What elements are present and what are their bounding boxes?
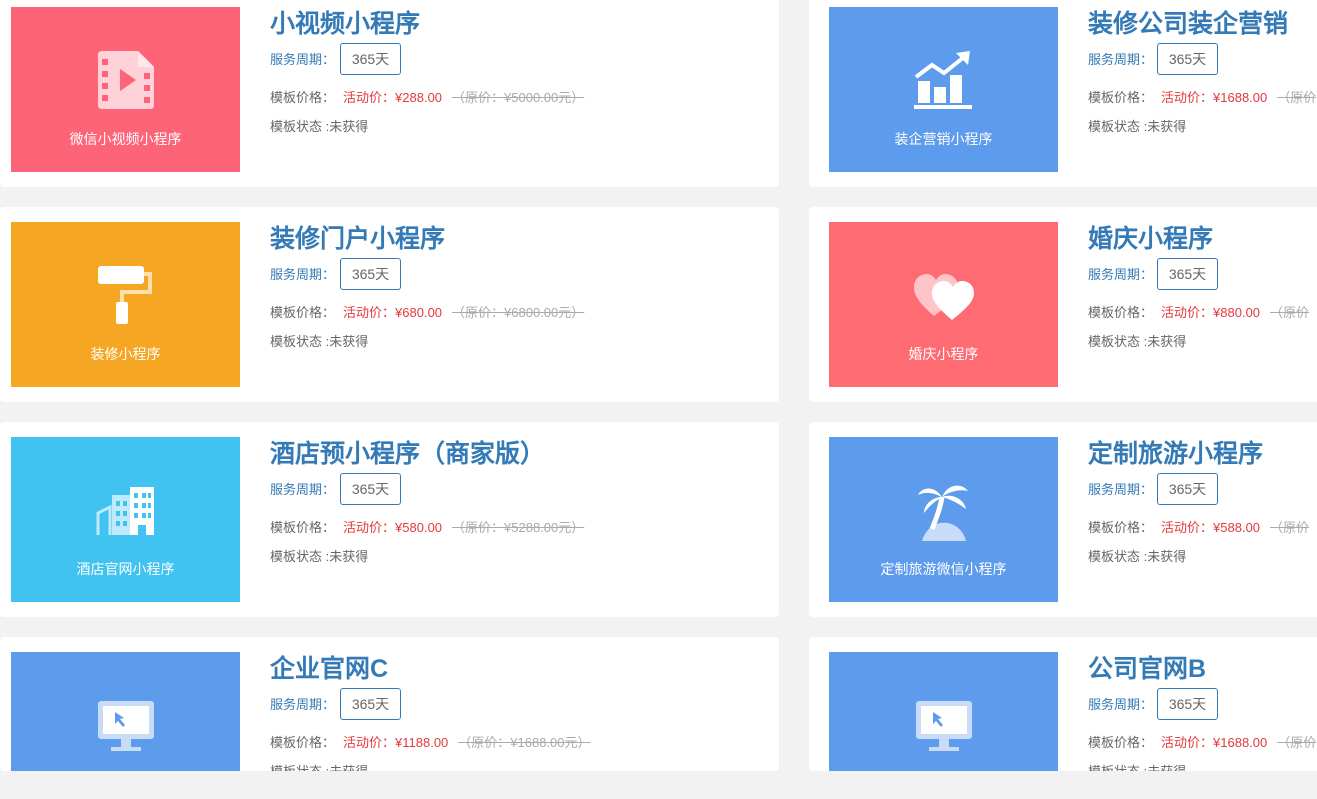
- activity-price: ¥1688.00: [1213, 90, 1268, 105]
- period-option-button[interactable]: 365天: [340, 258, 401, 290]
- period-label: 服务周期：: [270, 52, 336, 67]
- product-thumbnail[interactable]: 微信小视频小程序: [11, 7, 240, 172]
- monitor-icon: [915, 701, 972, 751]
- thumbnail-caption: 定制旅游微信小程序: [880, 561, 1007, 577]
- activity-label: 活动价：: [1161, 520, 1214, 535]
- template-status: 模板状态 :未获得: [270, 761, 779, 771]
- period-label: 服务周期：: [270, 267, 336, 282]
- activity-price: ¥1188.00: [395, 735, 449, 750]
- product-card[interactable]: 定制旅游微信小程序 定制旅游小程序 服务周期： 365天 模板价格： 活动价：¥5…: [809, 422, 1317, 617]
- product-thumbnail[interactable]: 装修小程序: [11, 222, 240, 387]
- original-price: （原价: [1270, 305, 1310, 320]
- price-label: 模板价格：: [270, 520, 336, 535]
- activity-label: 活动价：: [343, 735, 396, 750]
- price-label: 模板价格：: [1088, 305, 1154, 320]
- product-thumbnail[interactable]: 酒店官网小程序: [11, 437, 240, 602]
- activity-price: ¥288.00: [395, 90, 443, 105]
- period-option-button[interactable]: 365天: [340, 473, 401, 505]
- thumbnail-caption: 婚庆小程序: [908, 346, 979, 362]
- period-option-button[interactable]: 365天: [1157, 688, 1218, 720]
- product-thumbnail[interactable]: [829, 652, 1058, 771]
- original-price: （原价: [1277, 735, 1317, 750]
- original-price: （原价：¥6800.00元）: [452, 305, 585, 320]
- product-card[interactable]: 婚庆小程序 婚庆小程序 服务周期： 365天 模板价格： 活动价：¥880.00 （…: [809, 207, 1317, 402]
- template-status: 模板状态 :未获得: [1088, 119, 1187, 134]
- hearts-icon: [913, 274, 974, 320]
- period-label: 服务周期：: [1088, 697, 1154, 712]
- product-title[interactable]: 婚庆小程序: [1088, 222, 1317, 256]
- palm-tree-icon: [917, 485, 968, 541]
- product-title[interactable]: 公司官网B: [1088, 652, 1317, 686]
- price-label: 模板价格：: [1088, 520, 1154, 535]
- product-title[interactable]: 小视频小程序: [270, 7, 779, 41]
- template-status: 模板状态 :未获得: [270, 334, 369, 349]
- price-label: 模板价格：: [1088, 735, 1154, 750]
- template-status: 模板状态 :未获得: [270, 119, 369, 134]
- product-title[interactable]: 装修公司装企营销: [1088, 7, 1317, 41]
- period-label: 服务周期：: [1088, 52, 1154, 67]
- product-title[interactable]: 企业官网C: [270, 652, 779, 686]
- thumbnail-caption: 微信小视频小程序: [69, 131, 182, 147]
- original-price: （原价：¥5000.00元）: [452, 90, 585, 105]
- template-status: 模板状态 :未获得: [1088, 549, 1187, 564]
- activity-label: 活动价：: [1161, 90, 1214, 105]
- activity-label: 活动价：: [1161, 305, 1214, 320]
- activity-price: ¥580.00: [395, 520, 443, 535]
- product-thumbnail[interactable]: 婚庆小程序: [829, 222, 1058, 387]
- period-label: 服务周期：: [1088, 482, 1154, 497]
- period-option-button[interactable]: 365天: [340, 43, 401, 75]
- original-price: （原价: [1270, 520, 1310, 535]
- product-title[interactable]: 定制旅游小程序: [1088, 437, 1317, 471]
- template-status: 模板状态 :未获得: [270, 549, 369, 564]
- original-price: （原价：¥1688.00元）: [458, 735, 591, 750]
- product-thumbnail[interactable]: 定制旅游微信小程序: [829, 437, 1058, 602]
- activity-label: 活动价：: [343, 305, 396, 320]
- price-label: 模板价格：: [270, 90, 336, 105]
- original-price: （原价: [1277, 90, 1317, 105]
- activity-price: ¥1688.00: [1213, 735, 1268, 750]
- product-thumbnail[interactable]: 装企营销小程序: [829, 7, 1058, 172]
- period-option-button[interactable]: 365天: [1157, 43, 1218, 75]
- period-label: 服务周期：: [1088, 267, 1154, 282]
- thumbnail-caption: 装修小程序: [90, 346, 161, 362]
- period-label: 服务周期：: [270, 697, 336, 712]
- original-price: （原价：¥5288.00元）: [452, 520, 585, 535]
- price-label: 模板价格：: [270, 305, 336, 320]
- video-file-icon: [97, 51, 154, 109]
- product-card[interactable]: 酒店官网小程序 酒店预小程序（商家版） 服务周期： 365天 模板价格： 活动价：…: [0, 422, 779, 617]
- thumbnail-caption: 装企营销小程序: [894, 131, 993, 147]
- monitor-icon: [97, 701, 154, 751]
- activity-price: ¥680.00: [395, 305, 443, 320]
- product-title[interactable]: 装修门户小程序: [270, 222, 779, 256]
- buildings-icon: [96, 487, 154, 535]
- template-status: 模板状态 :未获得: [1088, 334, 1187, 349]
- product-card[interactable]: 企业官网C 服务周期： 365天 模板价格： 活动价：¥1188.00 （原价：¥1…: [0, 637, 779, 771]
- product-thumbnail[interactable]: [11, 652, 240, 771]
- activity-label: 活动价：: [343, 90, 396, 105]
- template-status: 模板状态 :未获得: [1088, 761, 1317, 771]
- activity-price: ¥880.00: [1213, 305, 1261, 320]
- period-option-button[interactable]: 365天: [1157, 258, 1218, 290]
- period-option-button[interactable]: 365天: [1157, 473, 1218, 505]
- product-card[interactable]: 装企营销小程序 装修公司装企营销 服务周期： 365天 模板价格： 活动价：¥16…: [809, 0, 1317, 187]
- period-label: 服务周期：: [270, 482, 336, 497]
- activity-label: 活动价：: [343, 520, 396, 535]
- paint-roller-icon: [97, 266, 152, 324]
- product-card[interactable]: 微信小视频小程序 小视频小程序 服务周期： 365天 模板价格： 活动价：¥288…: [0, 0, 779, 187]
- period-option-button[interactable]: 365天: [340, 688, 401, 720]
- thumbnail-caption: 酒店官网小程序: [76, 561, 175, 577]
- activity-price: ¥588.00: [1213, 520, 1261, 535]
- price-label: 模板价格：: [270, 735, 336, 750]
- product-title[interactable]: 酒店预小程序（商家版）: [270, 437, 779, 471]
- activity-label: 活动价：: [1161, 735, 1214, 750]
- product-card[interactable]: 公司官网B 服务周期： 365天 模板价格： 活动价：¥1688.00 （原价 模板…: [809, 637, 1317, 771]
- price-label: 模板价格：: [1088, 90, 1154, 105]
- product-card[interactable]: 装修小程序 装修门户小程序 服务周期： 365天 模板价格： 活动价：¥680.0…: [0, 207, 779, 402]
- growth-chart-icon: [913, 51, 972, 109]
